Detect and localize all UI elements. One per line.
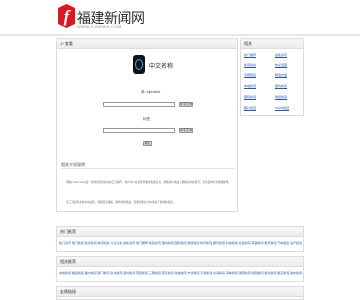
hot-recommend-header: 热门推荐: [57, 227, 303, 237]
search-button-1[interactable]: 搜索查询: [179, 102, 193, 107]
main-panel-header: 1* 查看: [57, 39, 237, 49]
friend-links-panel: 友情链接: [56, 286, 304, 300]
search-label-1: 英: Alphabet: [141, 90, 161, 94]
friend-links-header: 友情链接: [57, 287, 303, 297]
top-divider: [0, 34, 360, 36]
sidebar-link[interactable]: 国内新闻: [275, 84, 287, 88]
hot-recommend-links[interactable]: 热门资讯 热门新闻 热点新闻 新闻动态 今日头条 最新资讯 热门推荐 新闻资讯 …: [59, 241, 303, 245]
description-paragraph-2: 该工具提供多种常用功能，界面简洁清晰，操作简便快捷，需要的朋友(TM)欢迎下载体…: [61, 201, 176, 204]
sidebar-link[interactable]: 最新资讯: [275, 53, 287, 57]
search-label-2: 标签: [143, 117, 150, 121]
search-input-2[interactable]: [103, 128, 175, 133]
app-name: 中文名称: [149, 64, 174, 70]
related-header: 相关推荐: [57, 257, 303, 267]
sidebar-link[interactable]: 财经新闻: [275, 95, 287, 99]
sidebar-link[interactable]: 热门推荐: [244, 53, 256, 57]
sidebar-link[interactable]: 专题报道: [244, 73, 256, 77]
sidebar-link[interactable]: 国际新闻: [244, 95, 256, 99]
sidebar-panel: 相关 热门推荐 最新资讯 新闻动态 热点话题 专题报道 精选文章 本地新闻 国内…: [240, 38, 304, 116]
sidebar-link[interactable]: ZOZN频道: [275, 106, 289, 110]
sidebar-link[interactable]: 精选文章: [275, 73, 287, 77]
search-button-2[interactable]: 搜索查询: [179, 128, 193, 133]
sidebar-link[interactable]: 热点话题: [275, 63, 287, 67]
sidebar-link[interactable]: 图片频道: [244, 106, 256, 110]
site-logo[interactable]: f 福建新闻网 WWW.FJNEWS.COM: [58, 4, 145, 30]
sidebar-header: 相关: [241, 39, 303, 49]
related-panel: 相关推荐 本地新闻 福建新闻 福州新闻 厦门新闻 泉州新闻 漳州新闻 莆田新闻 …: [56, 256, 304, 282]
sidebar-link[interactable]: 新闻动态: [244, 63, 256, 67]
logo-f-icon: f: [58, 4, 75, 28]
section-divider: [61, 168, 235, 169]
app-icon: [133, 55, 145, 74]
related-links[interactable]: 本地新闻 福建新闻 福州新闻 厦门新闻 泉州新闻 漳州新闻 莆田新闻 三明新闻 …: [59, 271, 303, 275]
hot-recommend-panel: 热门推荐 热门资讯 热门新闻 热点新闻 新闻动态 今日头条 最新资讯 热门推荐 …: [56, 226, 304, 252]
search-input-1[interactable]: [103, 102, 175, 107]
main-panel: 1* 查看 中文名称 英: Alphabet 搜索查询 标签 搜索查询 确定 相…: [56, 38, 238, 212]
app-ring-icon: [135, 59, 143, 70]
site-domain: WWW.FJNEWS.COM: [77, 24, 122, 29]
sidebar-link[interactable]: 本地新闻: [244, 84, 256, 88]
submit-button[interactable]: 确定: [143, 141, 152, 146]
description-paragraph-1: 网站(Yorke Cold)是一款非常实用好用的工具软件，用户可以在这里查看到各…: [61, 181, 231, 184]
